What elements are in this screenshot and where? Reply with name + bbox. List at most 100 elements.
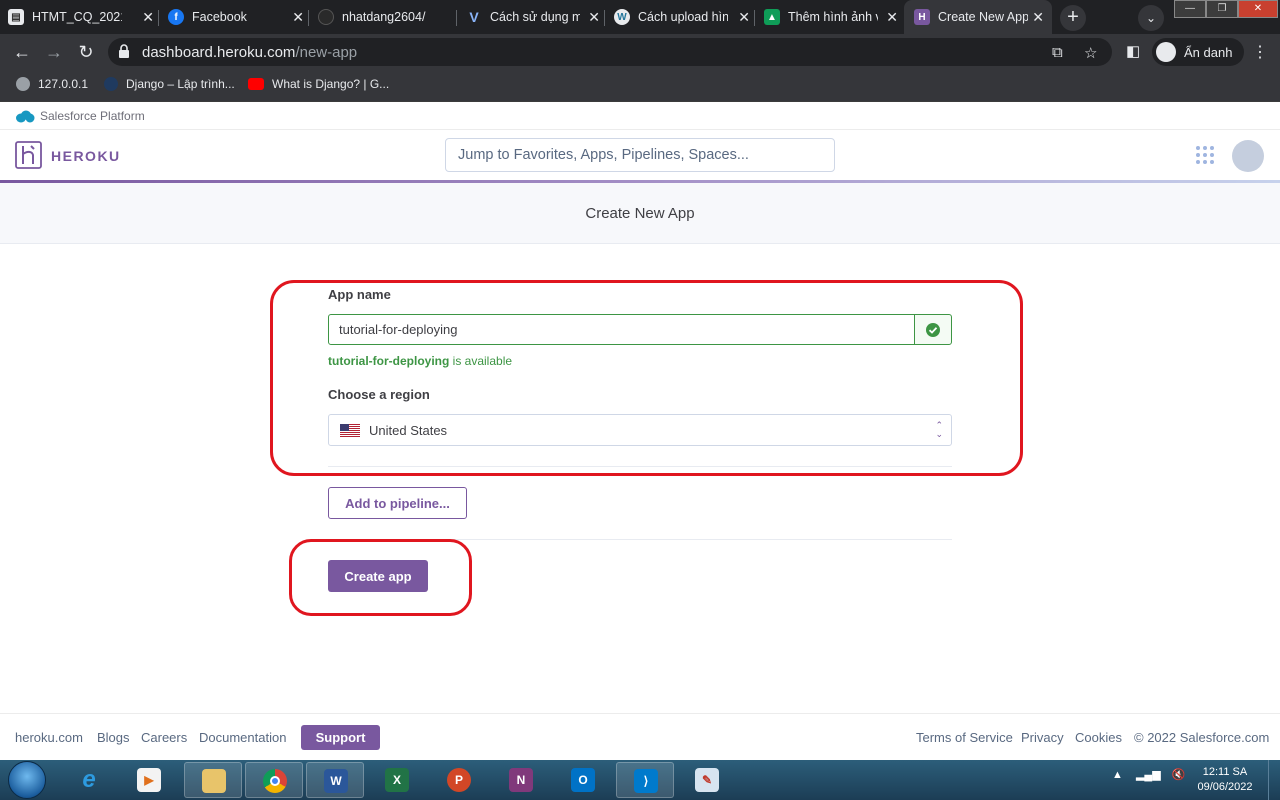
word-icon: W (324, 769, 348, 793)
forward-arrow-icon[interactable]: → (42, 40, 66, 64)
django-icon (104, 77, 118, 91)
page-subheader: Create New App (0, 183, 1280, 244)
salesforce-platform-bar: Salesforce Platform (0, 102, 1280, 130)
tab-search-button[interactable]: ⌄ (1138, 5, 1164, 31)
apps-grid-icon[interactable] (1196, 146, 1214, 164)
close-icon[interactable]: ✕ (886, 9, 898, 26)
new-tab-button[interactable]: + (1060, 5, 1086, 31)
incognito-icon (1156, 42, 1176, 62)
tab-separator (308, 10, 309, 26)
close-icon[interactable]: ✕ (142, 9, 154, 26)
media-player-icon: ▶ (137, 768, 161, 792)
show-hidden-icons[interactable]: ▲ (1112, 769, 1123, 781)
tab-separator (604, 10, 605, 26)
close-icon[interactable]: ✕ (738, 9, 750, 26)
outlook-icon: O (571, 768, 595, 792)
browser-toolbar: ← → ↻ dashboard.heroku.com/new-app ⧉ ☆ ◧… (0, 34, 1280, 70)
taskbar-onenote[interactable]: N (492, 762, 550, 798)
taskbar-paint[interactable]: ✎ (678, 762, 736, 798)
side-panel-icon[interactable]: ◧ (1126, 42, 1140, 60)
tab-github[interactable]: nhatdang2604/ (318, 4, 456, 30)
heroku-tab-icon: H (914, 9, 930, 25)
add-to-pipeline-button[interactable]: Add to pipeline... (328, 487, 467, 519)
page-title: Create New App (585, 205, 695, 222)
excel-icon: X (385, 768, 409, 792)
globe-icon (16, 77, 30, 91)
taskbar-excel[interactable]: X (368, 762, 426, 798)
window-close-button[interactable]: ✕ (1238, 0, 1278, 18)
chrome-icon (263, 769, 287, 793)
close-icon[interactable]: ✕ (588, 9, 600, 26)
vue-icon: V (469, 9, 479, 25)
support-button[interactable]: Support (301, 725, 380, 750)
taskbar-media-player[interactable]: ▶ (120, 762, 178, 798)
powerpoint-icon: P (447, 768, 471, 792)
bookmarks-bar: 127.0.0.1 Django – Lập trình... What is … (0, 70, 1280, 102)
address-bar[interactable]: dashboard.heroku.com/new-app ⧉ ☆ (108, 38, 1112, 66)
window-controls: — ❐ ✕ (1174, 0, 1278, 18)
document-icon: ▤ (8, 9, 24, 25)
translate-icon[interactable]: ⧉ (1052, 44, 1063, 61)
internet-explorer-icon: e (82, 766, 96, 793)
facebook-icon: f (168, 9, 184, 25)
bookmark-item[interactable]: What is Django? | G... (248, 77, 389, 91)
bookmark-star-icon[interactable]: ☆ (1084, 44, 1097, 62)
volume-muted-icon[interactable]: 🔇 (1172, 769, 1186, 781)
taskbar-powerpoint[interactable]: P (430, 762, 488, 798)
footer-link-careers[interactable]: Careers (141, 730, 187, 745)
footer-link-privacy[interactable]: Privacy (1021, 730, 1064, 745)
tab-vue[interactable]: V Cách sử dụng m ✕ (466, 4, 604, 30)
highlight-annotation-create (289, 539, 472, 616)
salesforce-cloud-icon (16, 110, 35, 123)
network-icon[interactable]: ▂▄▆ (1136, 769, 1161, 781)
tab-htmt[interactable]: ▤ HTMT_CQ_2021 ✕ (8, 4, 158, 30)
bookmark-item[interactable]: 127.0.0.1 (16, 77, 88, 91)
reload-icon[interactable]: ↻ (74, 40, 98, 64)
page-footer: heroku.com Blogs Careers Documentation S… (0, 713, 1280, 760)
lock-icon (119, 44, 129, 58)
more-menu-icon[interactable]: ⋮ (1252, 42, 1268, 62)
footer-link-heroku[interactable]: heroku.com (15, 730, 83, 745)
show-desktop-button[interactable] (1268, 760, 1280, 800)
back-arrow-icon[interactable]: ← (10, 40, 34, 64)
tab-them-hinh-anh[interactable]: ▲ Thêm hình ảnh v ✕ (764, 4, 902, 30)
tab-wordpress[interactable]: W Cách upload hìn ✕ (614, 4, 754, 30)
jump-search-input[interactable] (445, 138, 835, 172)
footer-link-cookies[interactable]: Cookies (1075, 730, 1122, 745)
avatar[interactable] (1232, 140, 1264, 172)
heroku-brand-name[interactable]: HEROKU (51, 148, 121, 164)
heroku-logo-icon[interactable] (15, 141, 42, 169)
taskbar-clock[interactable]: 12:11 SA 09/06/2022 (1190, 765, 1260, 795)
taskbar-chrome[interactable] (245, 762, 303, 798)
youtube-icon (248, 78, 264, 90)
highlight-annotation-form (270, 280, 1023, 476)
close-icon[interactable]: ✕ (292, 9, 304, 26)
url-text: dashboard.heroku.com/new-app (142, 44, 358, 61)
tab-separator (754, 10, 755, 26)
file-explorer-icon (202, 769, 226, 793)
github-icon (318, 9, 334, 25)
taskbar-word[interactable]: W (306, 762, 364, 798)
close-icon[interactable]: ✕ (1032, 9, 1044, 26)
system-tray: ▲ ▂▄▆ 🔇 (1112, 768, 1185, 781)
vscode-icon: ⟩ (634, 769, 658, 793)
heroku-header: HEROKU (0, 130, 1280, 180)
footer-link-blogs[interactable]: Blogs (97, 730, 130, 745)
minimize-button[interactable]: — (1174, 0, 1206, 18)
taskbar-ie[interactable]: e (60, 762, 118, 798)
footer-link-terms[interactable]: Terms of Service (916, 730, 1013, 745)
taskbar-vscode[interactable]: ⟩ (616, 762, 674, 798)
taskbar-outlook[interactable]: O (554, 762, 612, 798)
start-button[interactable] (8, 761, 46, 799)
footer-link-documentation[interactable]: Documentation (199, 730, 286, 745)
tab-facebook[interactable]: f Facebook ✕ (168, 4, 308, 30)
bookmark-item[interactable]: Django – Lập trình... (104, 77, 235, 91)
taskbar-file-explorer[interactable] (184, 762, 242, 798)
tab-create-new-app[interactable]: H Create New App ✕ (904, 0, 1052, 34)
browser-tab-strip: ▤ HTMT_CQ_2021 ✕ f Facebook ✕ nhatdang26… (0, 0, 1280, 34)
restore-button[interactable]: ❐ (1206, 0, 1238, 18)
paint-icon: ✎ (695, 768, 719, 792)
tab-separator (158, 10, 159, 26)
incognito-profile-button[interactable]: Ẩn danh (1152, 38, 1245, 66)
onenote-icon: N (509, 768, 533, 792)
